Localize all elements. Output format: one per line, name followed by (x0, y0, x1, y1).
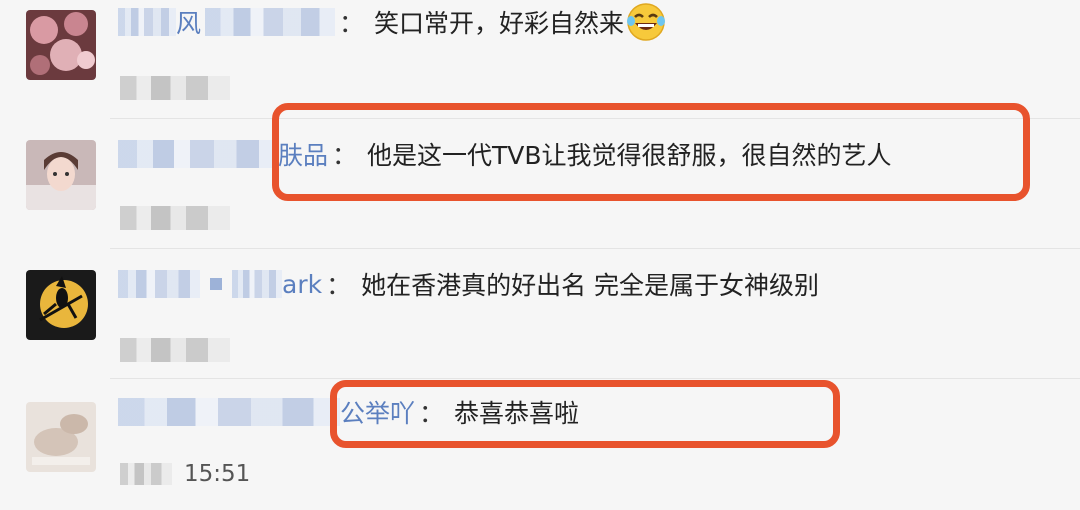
pixelated-timestamp (120, 338, 230, 362)
comment-meta (120, 200, 230, 236)
comment-text: 她在香港真的好出名 完全是属于女神级别 (361, 271, 820, 300)
avatar[interactable] (26, 402, 96, 472)
colon: ： (339, 9, 365, 38)
divider (110, 378, 1080, 379)
colon: ： (326, 271, 352, 300)
pixelated-username (232, 270, 282, 298)
comment-row-3: ark ： 她在香港真的好出名 完全是属于女神级别 (0, 250, 1080, 380)
laughing-tears-emoji-icon (626, 2, 666, 42)
pixelated-dot (210, 278, 222, 290)
pixelated-username (118, 8, 176, 36)
username[interactable]: 风 (176, 4, 201, 40)
pixelated-username (118, 140, 278, 168)
divider (110, 248, 1080, 249)
highlight-box (330, 380, 840, 448)
comment-line: 风 ： 笑口常开，好彩自然来 (118, 2, 666, 42)
comment-line: ark ： 她在香港真的好出名 完全是属于女神级别 (118, 264, 819, 304)
avatar-image-pale (26, 402, 96, 472)
comment-time: 15:51 (184, 461, 251, 487)
highlight-box (272, 103, 1030, 201)
pixelated-timestamp (120, 206, 230, 230)
avatar[interactable] (26, 270, 96, 340)
pixelated-date (120, 463, 172, 485)
avatar[interactable] (26, 140, 96, 210)
pixelated-username (205, 8, 336, 36)
comment-meta: 15:51 (120, 456, 250, 492)
comment-meta (120, 332, 230, 368)
avatar-image-girl (26, 140, 96, 210)
comment-meta (120, 70, 230, 106)
pixelated-username (118, 270, 200, 298)
avatar-image-magnolia (26, 10, 96, 80)
comment-text: 笑口常开，好彩自然来 (374, 9, 625, 38)
avatar-image-witch-moon (26, 270, 96, 340)
pixelated-username (118, 398, 340, 426)
username[interactable]: ark (282, 270, 322, 299)
pixelated-timestamp (120, 76, 230, 100)
avatar[interactable] (26, 10, 96, 80)
